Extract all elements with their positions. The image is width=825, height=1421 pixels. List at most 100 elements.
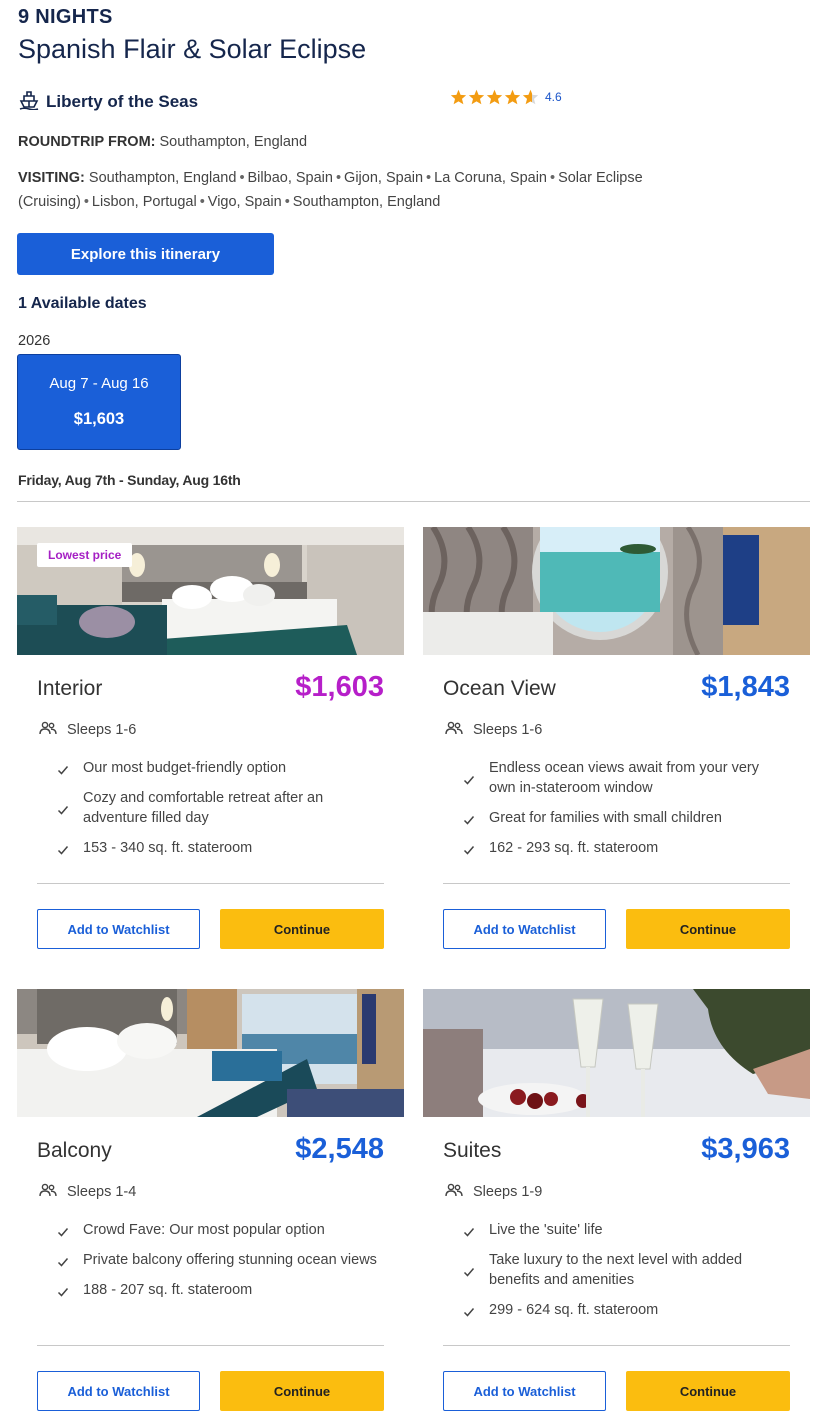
divider (17, 501, 810, 502)
card-divider (37, 883, 384, 884)
card-divider (443, 883, 790, 884)
sleeps-label: Sleeps 1-9 (473, 1184, 543, 1200)
feature-item: Crowd Fave: Our most popular option (57, 1220, 377, 1240)
continue-button[interactable]: Continue (220, 1371, 384, 1411)
add-to-watchlist-button[interactable]: Add to Watchlist (443, 909, 606, 949)
star-icon (486, 89, 503, 105)
port: Southampton, England (292, 194, 441, 210)
port: Bilbao, Spain (247, 170, 333, 186)
feature-item: Our most budget-friendly option (57, 758, 377, 778)
roundtrip-from: ROUNDTRIP FROM: Southampton, England (18, 134, 307, 150)
rating-stars (450, 89, 539, 105)
star-icon (468, 89, 485, 105)
check-icon (57, 762, 69, 782)
available-dates-heading: 1 Available dates (18, 295, 147, 312)
year-label: 2026 (18, 333, 51, 349)
continue-button[interactable]: Continue (626, 909, 790, 949)
visiting-ports: VISITING: Southampton, England • Bilbao, S… (18, 170, 643, 210)
feature-item: Cozy and comfortable retreat after an ad… (57, 788, 377, 828)
itinerary-nights: 9 NIGHTS (18, 6, 113, 28)
ocean-view-room-image (423, 527, 810, 655)
feature-item: 299 - 624 sq. ft. stateroom (463, 1300, 783, 1320)
check-icon (463, 1224, 475, 1244)
port: Gijon, Spain (344, 170, 424, 186)
balcony-room-image (17, 989, 404, 1117)
interior-room-image: Lowest price (17, 527, 404, 655)
room-type-name: Suites (443, 1139, 502, 1162)
check-icon (463, 1304, 475, 1324)
roundtrip-label: ROUNDTRIP FROM: (18, 134, 156, 150)
feature-list: Endless ocean views await from your very… (463, 758, 783, 868)
feature-item: 153 - 340 sq. ft. stateroom (57, 838, 377, 858)
stateroom-card-balcony: Balcony $2,548 Sleeps 1-4 Crowd Fave: Ou… (17, 989, 404, 1414)
feature-item: 162 - 293 sq. ft. stateroom (463, 838, 783, 858)
room-type-name: Ocean View (443, 677, 556, 700)
room-type-name: Interior (37, 677, 103, 700)
feature-item: Endless ocean views await from your very… (463, 758, 783, 798)
people-icon (39, 721, 57, 739)
card-divider (443, 1345, 790, 1346)
ship-info: Liberty of the Seas (18, 88, 198, 115)
port: Lisbon, Portugal (91, 194, 197, 210)
check-icon (57, 1284, 69, 1304)
visiting-label: VISITING: (18, 170, 85, 186)
room-price: $1,843 (701, 671, 790, 703)
roundtrip-value: Southampton, England (159, 134, 308, 150)
people-icon (445, 1183, 463, 1201)
sleeps-label: Sleeps 1-6 (67, 722, 137, 738)
check-icon (463, 1264, 475, 1284)
sleeps-info: Sleeps 1-9 (445, 1183, 542, 1201)
check-icon (57, 802, 69, 822)
stateroom-card-ocean-view: Ocean View $1,843 Sleeps 1-6 Endless oce… (423, 527, 810, 952)
feature-item: Live the 'suite' life (463, 1220, 783, 1240)
add-to-watchlist-button[interactable]: Add to Watchlist (443, 1371, 606, 1411)
feature-item: Great for families with small children (463, 808, 783, 828)
port: Southampton, England (88, 170, 237, 186)
ship-icon (18, 88, 40, 115)
feature-list: Live the 'suite' life Take luxury to the… (463, 1220, 783, 1330)
explore-itinerary-button[interactable]: Explore this itinerary (17, 233, 274, 275)
lowest-price-badge: Lowest price (37, 543, 133, 567)
star-icon (504, 89, 521, 105)
check-icon (463, 812, 475, 832)
star-icon (522, 89, 539, 105)
feature-item: 188 - 207 sq. ft. stateroom (57, 1280, 377, 1300)
room-type-name: Balcony (37, 1139, 112, 1162)
room-price: $1,603 (295, 671, 384, 703)
sleeps-label: Sleeps 1-4 (67, 1184, 137, 1200)
rating-value: 4.6 (545, 90, 562, 104)
check-icon (57, 1224, 69, 1244)
continue-button[interactable]: Continue (220, 909, 384, 949)
suites-room-image (423, 989, 810, 1117)
sleeps-label: Sleeps 1-6 (473, 722, 543, 738)
ship-name[interactable]: Liberty of the Seas (46, 92, 198, 112)
check-icon (57, 1254, 69, 1274)
people-icon (39, 1183, 57, 1201)
room-price: $3,963 (701, 1133, 790, 1165)
people-icon (445, 721, 463, 739)
feature-list: Our most budget-friendly option Cozy and… (57, 758, 377, 868)
feature-list: Crowd Fave: Our most popular option Priv… (57, 1220, 377, 1310)
check-icon (463, 772, 475, 792)
date-option-card[interactable]: Aug 7 - Aug 16 $1,603 (17, 354, 181, 450)
sleeps-info: Sleeps 1-4 (39, 1183, 136, 1201)
port: Vigo, Spain (207, 194, 282, 210)
add-to-watchlist-button[interactable]: Add to Watchlist (37, 909, 200, 949)
feature-item: Private balcony offering stunning ocean … (57, 1250, 377, 1270)
rating: 4.6 (450, 89, 562, 105)
check-icon (463, 842, 475, 862)
card-divider (37, 1345, 384, 1346)
add-to-watchlist-button[interactable]: Add to Watchlist (37, 1371, 200, 1411)
port: La Coruna, Spain (434, 170, 547, 186)
stateroom-card-suites: Suites $3,963 Sleeps 1-9 Live the 'suite… (423, 989, 810, 1414)
continue-button[interactable]: Continue (626, 1371, 790, 1411)
check-icon (57, 842, 69, 862)
room-price: $2,548 (295, 1133, 384, 1165)
date-option-range: Aug 7 - Aug 16 (49, 375, 149, 392)
date-option-price: $1,603 (73, 410, 125, 428)
itinerary-title: Spanish Flair & Solar Eclipse (18, 34, 367, 64)
star-icon (450, 89, 467, 105)
stateroom-card-interior: Lowest price Interior $1,603 Sleeps 1-6 … (17, 527, 404, 952)
selected-date-range: Friday, Aug 7th - Sunday, Aug 16th (18, 472, 241, 488)
feature-item: Take luxury to the next level with added… (463, 1250, 783, 1290)
